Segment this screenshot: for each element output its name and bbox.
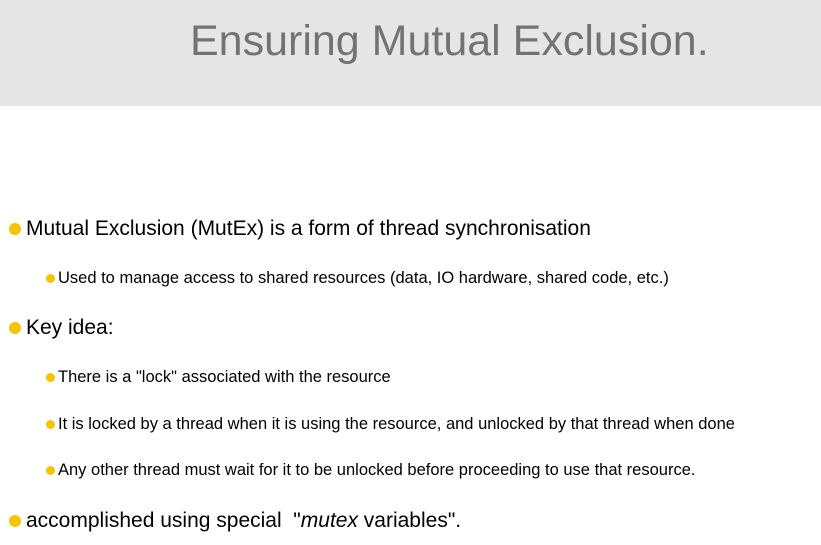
bullet-item: Key idea: [9, 314, 114, 342]
sub-bullet-item: Any other thread must wait for it to be … [46, 459, 695, 481]
title-band: Ensuring Mutual Exclusion. [0, 0, 821, 106]
slide-title: Ensuring Mutual Exclusion. [190, 17, 709, 65]
bullet-text: accomplished using special "mutex variab… [26, 507, 461, 535]
sub-bullet-item: It is locked by a thread when it is usin… [46, 413, 735, 435]
bullet-item: accomplished using special "mutex variab… [9, 507, 461, 535]
bullet-dot-icon [46, 419, 55, 429]
sub-bullet-text: There is a "lock" associated with the re… [58, 368, 391, 386]
bullet-text-suffix: variables". [357, 509, 462, 532]
sub-bullet-item: Used to manage access to shared resource… [46, 267, 669, 289]
bullet-dot-icon [9, 223, 21, 235]
bullet-text: Key idea: [26, 316, 114, 339]
sub-bullet-item: There is a "lock" associated with the re… [46, 366, 391, 388]
sub-bullet-text: It is locked by a thread when it is usin… [58, 415, 735, 433]
bullet-dot-icon [9, 322, 21, 334]
bullet-dot-icon [9, 515, 21, 527]
bullet-text-prefix: accomplished using special " [26, 509, 301, 532]
bullet-dot-icon [46, 273, 55, 283]
bullet-item: Mutual Exclusion (MutEx) is a form of th… [9, 215, 591, 243]
bullet-dot-icon [46, 465, 55, 475]
bullet-text: Mutual Exclusion (MutEx) is a form of th… [26, 217, 591, 240]
bullet-dot-icon [46, 372, 55, 382]
bullet-text-emphasis: mutex [300, 509, 358, 532]
sub-bullet-text: Used to manage access to shared resource… [58, 269, 669, 287]
sub-bullet-text: Any other thread must wait for it to be … [58, 461, 696, 479]
